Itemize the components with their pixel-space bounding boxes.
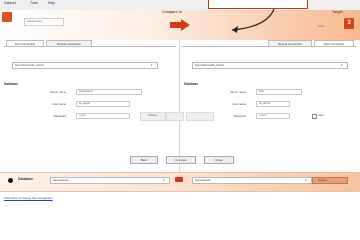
left-chevron-down-icon: ▾ — [151, 63, 153, 67]
right-server-value: host — [259, 90, 264, 93]
left-user-value: sa_admin — [79, 102, 91, 105]
left-password-value: •••••••• — [79, 114, 87, 117]
bottom-right-chevron-down-icon: ▾ — [305, 178, 307, 182]
bottom-swap-icon[interactable] — [175, 177, 183, 182]
right-save-label: Save — [318, 113, 324, 117]
left-server-label: Server name — [49, 90, 66, 94]
left-password-label: Password — [53, 114, 66, 118]
left-options-label: Options — [148, 113, 157, 117]
target-database-badge: 3 — [344, 18, 354, 29]
right-user-label: User name — [232, 102, 246, 106]
compare-arrow-icon — [170, 19, 190, 31]
menu-item-tools[interactable]: Tools — [30, 0, 38, 6]
left-ghost-field[interactable] — [166, 112, 184, 121]
filter-icon — [8, 178, 13, 183]
left-user-label: User name — [52, 102, 66, 106]
right-chevron-down-icon: ▾ — [341, 63, 343, 67]
compare-button[interactable]: Compare — [166, 156, 196, 164]
left-connection-value: ServerName\db_Admin — [15, 63, 45, 67]
left-tab-underline — [4, 46, 176, 47]
curved-arrow-icon — [231, 8, 275, 33]
menu-item-dataset[interactable]: Dataset — [4, 0, 16, 6]
close-button[interactable]: Close — [204, 156, 234, 164]
back-button[interactable]: Back — [130, 156, 158, 164]
right-section-title: Database — [184, 82, 199, 86]
bottom-left-select-value: ServerName — [53, 178, 69, 182]
right-tab-underline — [182, 46, 356, 47]
source-database-icon — [2, 12, 12, 22]
left-server-value: servername — [79, 90, 93, 93]
left-section-title: Database — [4, 82, 19, 86]
target-host-label: host — [318, 24, 324, 28]
bottom-left-chevron-down-icon: ▾ — [163, 178, 165, 182]
target-label: Target — [332, 10, 343, 14]
source-database-name: servername — [27, 19, 43, 23]
bottom-options-label: Options — [318, 178, 328, 182]
right-connection-value: ServerName\db_Admin — [195, 63, 225, 67]
change-comparison-link[interactable]: Click here to change the comparison — [4, 196, 53, 200]
right-password-value: •••••••• — [259, 114, 267, 117]
bottom-label: Database — [18, 177, 34, 181]
pane-divider — [179, 40, 180, 172]
right-user-value: sa_admin — [259, 102, 271, 105]
right-save-checkbox[interactable] — [312, 114, 317, 119]
bottom-right-select-value: ServerName — [195, 178, 211, 182]
compare-to-label: Compare to — [162, 10, 182, 14]
right-server-label: Server name — [229, 90, 246, 94]
right-password-label: Password — [233, 114, 246, 118]
menu-item-help[interactable]: Help — [48, 0, 55, 6]
